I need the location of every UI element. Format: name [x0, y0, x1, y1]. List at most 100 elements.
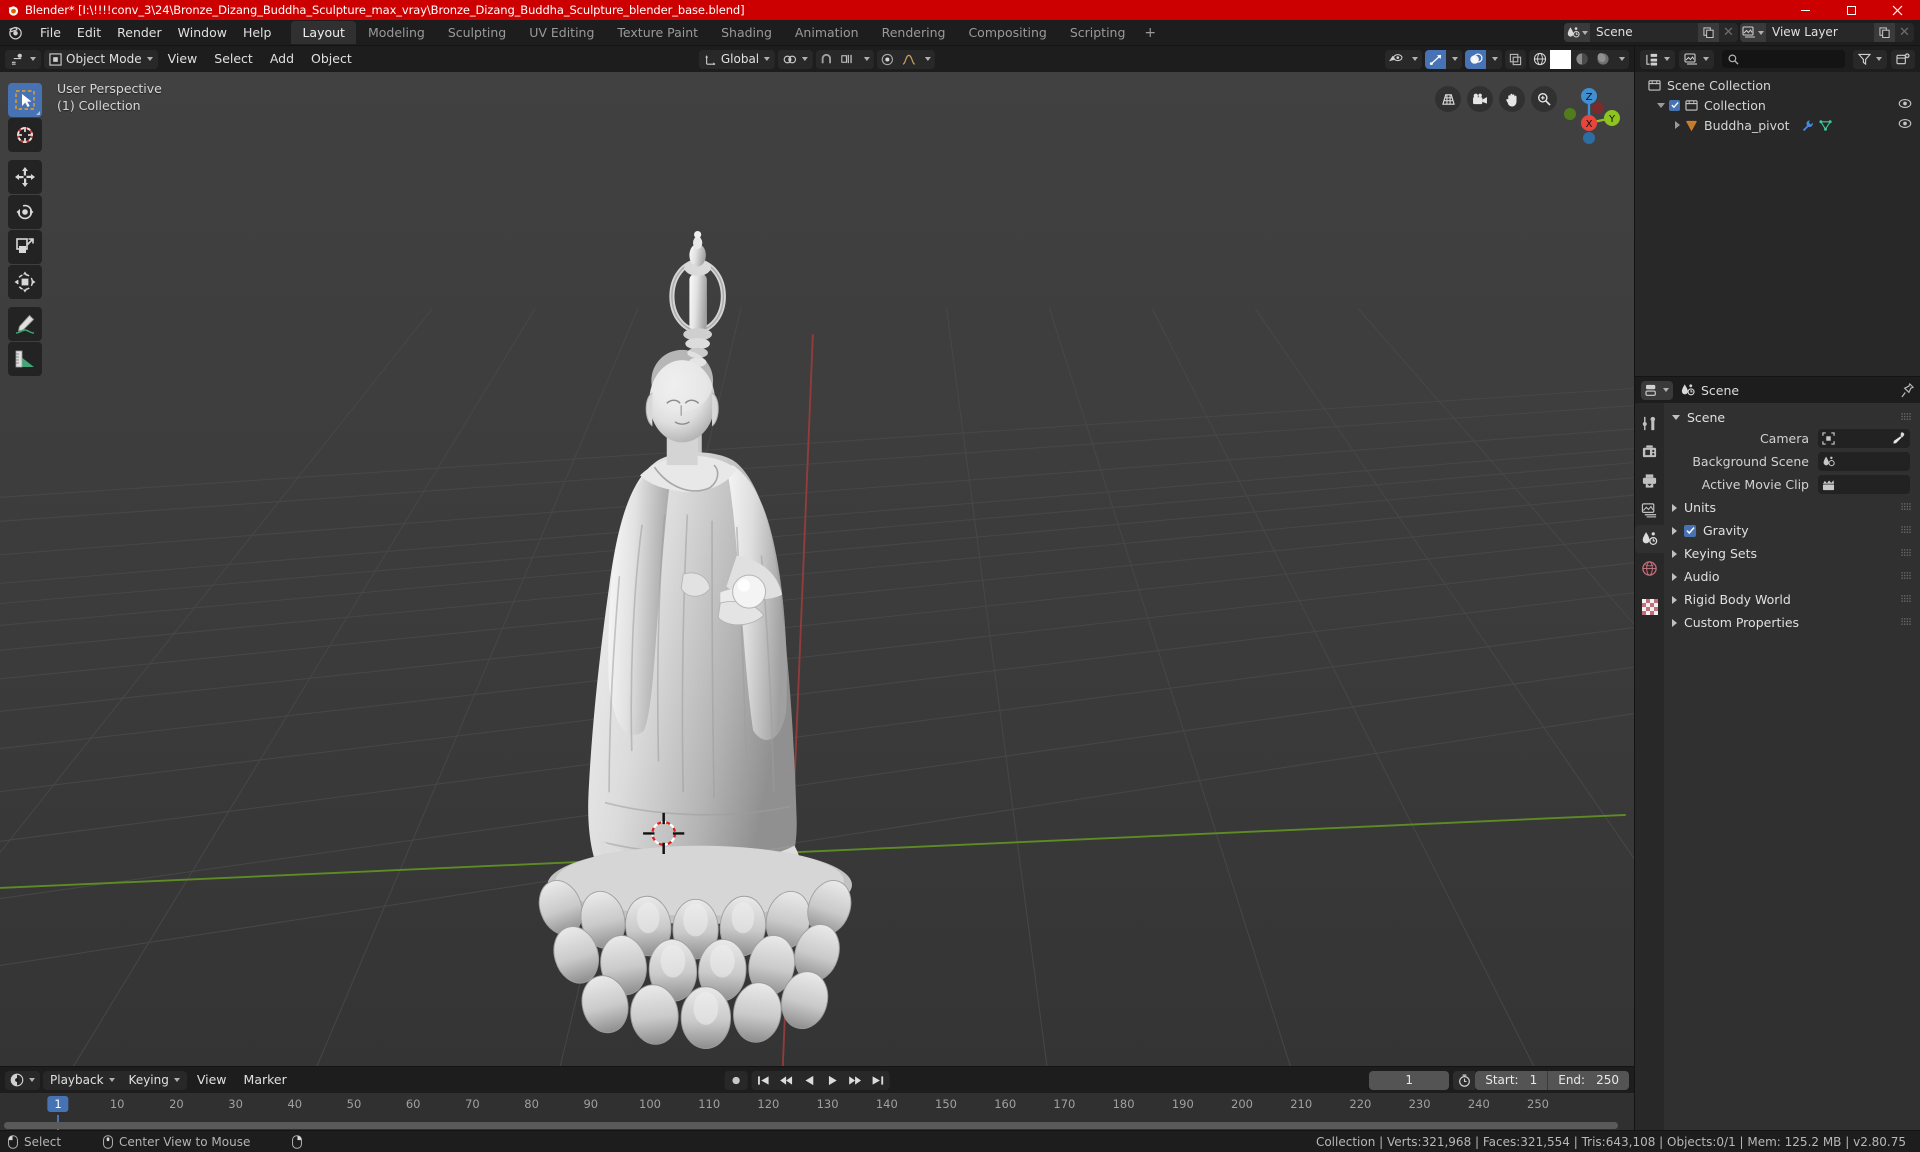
playhead-indicator[interactable]: 1 — [47, 1096, 69, 1112]
tab-uv-editing[interactable]: UV Editing — [518, 21, 605, 44]
tool-transform[interactable] — [8, 265, 42, 299]
zoom-magnifier-icon[interactable] — [1531, 86, 1557, 112]
camera-view-icon[interactable] — [1467, 86, 1493, 112]
tool-rotate[interactable] — [8, 195, 42, 229]
overlays-dropdown-icon[interactable] — [1486, 50, 1502, 69]
unlink-scene-button[interactable]: ✕ — [1719, 23, 1738, 42]
eye-visibility-icon[interactable] — [1898, 118, 1912, 129]
camera-field[interactable] — [1818, 429, 1910, 448]
show-gizmo-icon[interactable] — [1425, 49, 1446, 69]
next-keyframe-button[interactable] — [844, 1071, 867, 1090]
visibility-dropdown-icon[interactable] — [1406, 50, 1422, 69]
tab-layout[interactable]: Layout — [291, 21, 356, 44]
panel-keying-sets-header[interactable]: Keying Sets — [1664, 543, 1920, 564]
toggle-xray-icon[interactable] — [1505, 50, 1526, 69]
panel-units-header[interactable]: Units — [1664, 497, 1920, 518]
panel-gravity-header[interactable]: Gravity — [1664, 520, 1920, 541]
tool-select-box[interactable] — [8, 83, 42, 117]
rendered-shading-icon[interactable] — [1592, 50, 1613, 69]
tool-annotate[interactable] — [8, 307, 42, 341]
add-workspace-button[interactable]: + — [1137, 21, 1163, 45]
previous-keyframe-button[interactable] — [775, 1071, 798, 1090]
start-frame-field[interactable]: Start: 1 — [1475, 1071, 1547, 1090]
minimize-button[interactable] — [1782, 0, 1828, 20]
texture-tab[interactable] — [1635, 593, 1664, 621]
outliner-filter-button[interactable] — [1853, 49, 1887, 69]
remove-view-layer-button[interactable]: ✕ — [1895, 23, 1914, 42]
auto-keying-button[interactable] — [724, 1070, 748, 1090]
outliner-row-buddha-pivot[interactable]: Buddha_pivot — [1635, 115, 1920, 135]
show-overlays-icon[interactable] — [1465, 49, 1486, 69]
wrench-modifier-icon[interactable] — [1801, 119, 1814, 132]
timeline-editor-type[interactable] — [5, 1070, 40, 1090]
jump-to-end-button[interactable] — [867, 1071, 890, 1090]
play-button[interactable] — [821, 1071, 844, 1090]
outliner-row-scene-collection[interactable]: Scene Collection — [1635, 75, 1920, 95]
gizmo-dropdown-icon[interactable] — [1446, 50, 1462, 69]
menu-window[interactable]: Window — [170, 23, 235, 43]
tab-shading[interactable]: Shading — [710, 21, 783, 44]
gravity-checkbox[interactable] — [1684, 524, 1696, 537]
active-movie-clip-field[interactable] — [1818, 475, 1910, 494]
snap-dropdown-icon[interactable] — [858, 50, 874, 69]
falloff-curve-icon[interactable] — [898, 50, 919, 69]
outliner-search-input[interactable] — [1722, 50, 1845, 68]
wireframe-shading-icon[interactable] — [1529, 50, 1550, 69]
end-frame-field[interactable]: End: 250 — [1547, 1070, 1629, 1090]
panel-custom-properties-header[interactable]: Custom Properties — [1664, 612, 1920, 633]
outliner-display-mode[interactable] — [1679, 49, 1714, 69]
tab-animation[interactable]: Animation — [784, 21, 870, 44]
view-layer-icon[interactable] — [1740, 23, 1766, 42]
eye-visibility-icon[interactable] — [1898, 98, 1912, 109]
snap-pivot-selector[interactable] — [778, 49, 814, 69]
play-reverse-button[interactable] — [798, 1071, 821, 1090]
pin-icon[interactable] — [1901, 382, 1914, 398]
menu-file[interactable]: File — [32, 23, 69, 43]
viewport-menu-view[interactable]: View — [161, 50, 205, 68]
background-scene-field[interactable] — [1818, 452, 1910, 471]
tool-move[interactable] — [8, 160, 42, 194]
material-preview-shading-icon[interactable] — [1571, 50, 1592, 69]
render-tab[interactable] — [1635, 438, 1664, 466]
new-scene-button[interactable] — [1698, 23, 1719, 42]
pan-hand-icon[interactable] — [1499, 86, 1525, 112]
object-mode-selector[interactable]: Object Mode — [44, 49, 158, 69]
transform-orientation-selector[interactable]: Global — [698, 49, 776, 69]
axis-gizmo[interactable]: Z Y X — [1555, 83, 1623, 151]
timeline-scrollbar[interactable] — [4, 1122, 1618, 1129]
output-tab[interactable] — [1635, 467, 1664, 495]
tab-sculpting[interactable]: Sculpting — [437, 21, 517, 44]
collection-checkbox[interactable] — [1669, 99, 1680, 111]
tool-scale[interactable] — [8, 230, 42, 264]
new-view-layer-button[interactable] — [1874, 23, 1895, 42]
panel-audio-header[interactable]: Audio — [1664, 566, 1920, 587]
3d-viewport[interactable]: User Perspective (1) Collection Z Y X — [0, 72, 1634, 1066]
falloff-dropdown-icon[interactable] — [919, 50, 935, 69]
timeline-menu-keying[interactable]: Keying — [122, 1071, 187, 1090]
tool-measure[interactable] — [8, 342, 42, 376]
magnet-snap-icon[interactable] — [816, 50, 837, 69]
tab-rendering[interactable]: Rendering — [871, 21, 957, 44]
timeline-menu-view[interactable]: View — [190, 1071, 234, 1089]
use-preview-range-icon[interactable] — [1453, 1070, 1476, 1090]
scene-tab[interactable] — [1635, 525, 1664, 553]
current-frame-field[interactable]: 1 — [1369, 1070, 1450, 1090]
close-button[interactable] — [1874, 0, 1920, 20]
timeline-ruler[interactable]: 10 20 30 40 50 60 70 80 90 100 110 120 130 140 150 160 1… — [0, 1093, 1634, 1130]
tab-texture-paint[interactable]: Texture Paint — [606, 21, 709, 44]
scene-name[interactable]: Scene — [1590, 23, 1698, 42]
viewport-menu-select[interactable]: Select — [207, 50, 260, 68]
scene-selector[interactable]: Scene ✕ — [1564, 23, 1738, 42]
snap-to-selector[interactable] — [837, 50, 858, 69]
viewport-menu-add[interactable]: Add — [263, 50, 301, 68]
tool-tab[interactable] — [1635, 409, 1664, 437]
new-collection-button[interactable] — [1891, 49, 1915, 69]
proportional-edit-icon[interactable] — [877, 50, 898, 69]
grid-toggle-icon[interactable] — [1435, 86, 1461, 112]
expand-triangle-icon[interactable] — [1675, 121, 1680, 129]
menu-help[interactable]: Help — [235, 23, 280, 43]
timeline-menu-playback[interactable]: Playback — [43, 1071, 122, 1090]
shading-dropdown-icon[interactable] — [1613, 50, 1629, 69]
eyedropper-icon[interactable] — [1892, 432, 1905, 445]
object-visibility-icon[interactable] — [1385, 50, 1406, 69]
